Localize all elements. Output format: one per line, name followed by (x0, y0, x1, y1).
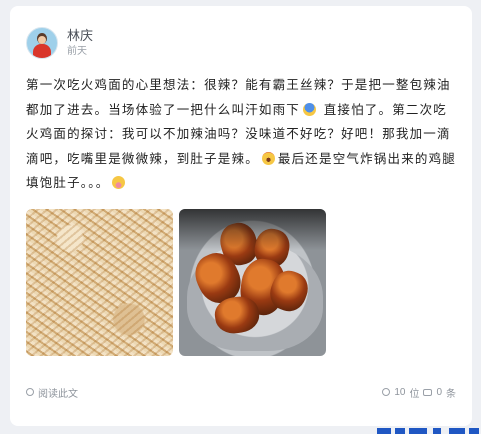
read-icon (26, 388, 34, 396)
chicken-wings-photo[interactable] (179, 209, 326, 356)
noodles-photo[interactable] (26, 209, 173, 356)
post-stats: 10 位 0 条 (382, 385, 456, 400)
views-count: 10 (394, 386, 406, 398)
post-time: 前天 (67, 45, 87, 57)
author-meta: 林庆 前天 (67, 28, 93, 59)
post-card: 林庆 前天 第一次吃火鸡面的心里想法：很辣？能有霸王丝辣？于是把一整包辣油都加了… (10, 6, 472, 426)
read-label: 阅读此文 (38, 388, 78, 400)
avatar-icon[interactable] (26, 27, 58, 59)
views-unit: 位 (409, 388, 420, 400)
screaming-face-icon (261, 151, 275, 165)
next-item-peek (371, 426, 481, 434)
author-name[interactable]: 林庆 (67, 28, 93, 44)
post-images (26, 209, 326, 356)
sleepy-face-icon (112, 176, 126, 189)
comments-count: 0 (436, 386, 442, 398)
comment-icon[interactable] (423, 388, 433, 396)
fearful-face-icon (303, 102, 317, 116)
views-icon (382, 388, 391, 396)
comments-unit: 条 (446, 388, 456, 400)
author-header: 林庆 前天 (26, 26, 456, 60)
post-footer: 阅读此文 10 位 0 条 (26, 384, 456, 400)
read-article-link[interactable]: 阅读此文 (26, 385, 78, 400)
post-text: 第一次吃火鸡面的心里想法：很辣？能有霸王丝辣？于是把一整包辣油都加了进去。当场体… (26, 73, 456, 196)
